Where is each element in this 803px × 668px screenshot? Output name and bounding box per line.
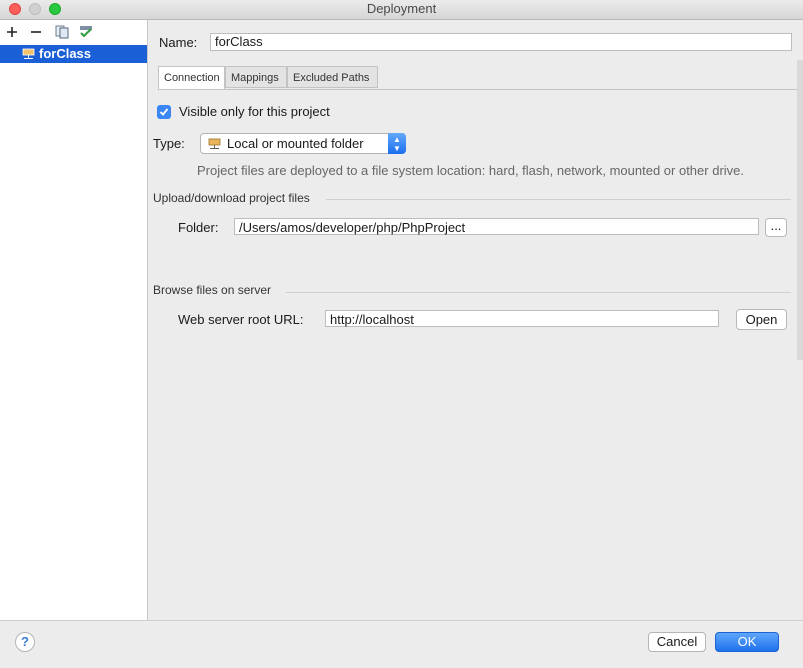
visible-only-checkbox[interactable]	[157, 105, 171, 119]
window-title: Deployment	[366, 1, 437, 16]
tab-connection[interactable]: Connection	[158, 66, 225, 90]
ok-button[interactable]: OK	[715, 632, 779, 652]
folder-input[interactable]: /Users/amos/developer/php/PhpProject	[234, 218, 759, 235]
check-icon	[80, 26, 92, 38]
browse-group-divider	[286, 292, 791, 293]
type-hint: Project files are deployed to a file sys…	[197, 163, 744, 178]
web-root-input[interactable]: http://localhost	[325, 310, 719, 327]
checkmark-icon	[159, 108, 169, 116]
open-button[interactable]: Open	[736, 309, 787, 330]
type-select[interactable]: Local or mounted folder ▲ ▼	[200, 133, 406, 154]
type-label: Type:	[153, 136, 185, 151]
server-list-item[interactable]: forClass	[0, 45, 147, 63]
minus-icon	[31, 31, 41, 33]
upload-group-title: Upload/download project files	[153, 191, 310, 205]
browse-group-title: Browse files on server	[153, 283, 272, 297]
server-list-toolbar	[0, 20, 147, 45]
copy-icon	[55, 25, 69, 39]
folder-label: Folder:	[178, 220, 219, 235]
server-list-pane: forClass	[0, 20, 148, 620]
server-name-input[interactable]: forClass	[210, 33, 792, 51]
title-bar: Deployment	[0, 0, 803, 20]
cancel-button[interactable]: Cancel	[648, 632, 706, 652]
tab-divider	[158, 89, 803, 90]
server-folder-icon	[22, 48, 35, 59]
web-root-label: Web server root URL:	[178, 312, 304, 327]
background-scroll-edge	[797, 60, 803, 360]
copy-server-button[interactable]	[52, 22, 72, 42]
server-settings-pane: Name: forClass Connection Mappings Exclu…	[148, 20, 803, 620]
tab-excluded-paths[interactable]: Excluded Paths	[287, 66, 378, 88]
tab-mappings[interactable]: Mappings	[225, 66, 287, 88]
name-label: Name:	[159, 35, 198, 50]
type-select-value: Local or mounted folder	[227, 136, 364, 151]
visible-only-label: Visible only for this project	[179, 104, 330, 119]
use-as-default-button[interactable]	[76, 22, 96, 42]
browse-folder-button[interactable]: ...	[765, 218, 787, 237]
upload-group-divider	[326, 199, 791, 200]
remove-server-button[interactable]	[26, 22, 46, 42]
chevron-updown-icon: ▲ ▼	[388, 133, 406, 154]
dialog-footer: ? Cancel OK	[0, 620, 803, 668]
add-server-button[interactable]	[2, 22, 22, 42]
folder-server-icon	[208, 138, 221, 149]
plus-icon	[7, 27, 17, 37]
server-list-item-label: forClass	[39, 46, 92, 61]
help-button[interactable]: ?	[15, 632, 35, 652]
